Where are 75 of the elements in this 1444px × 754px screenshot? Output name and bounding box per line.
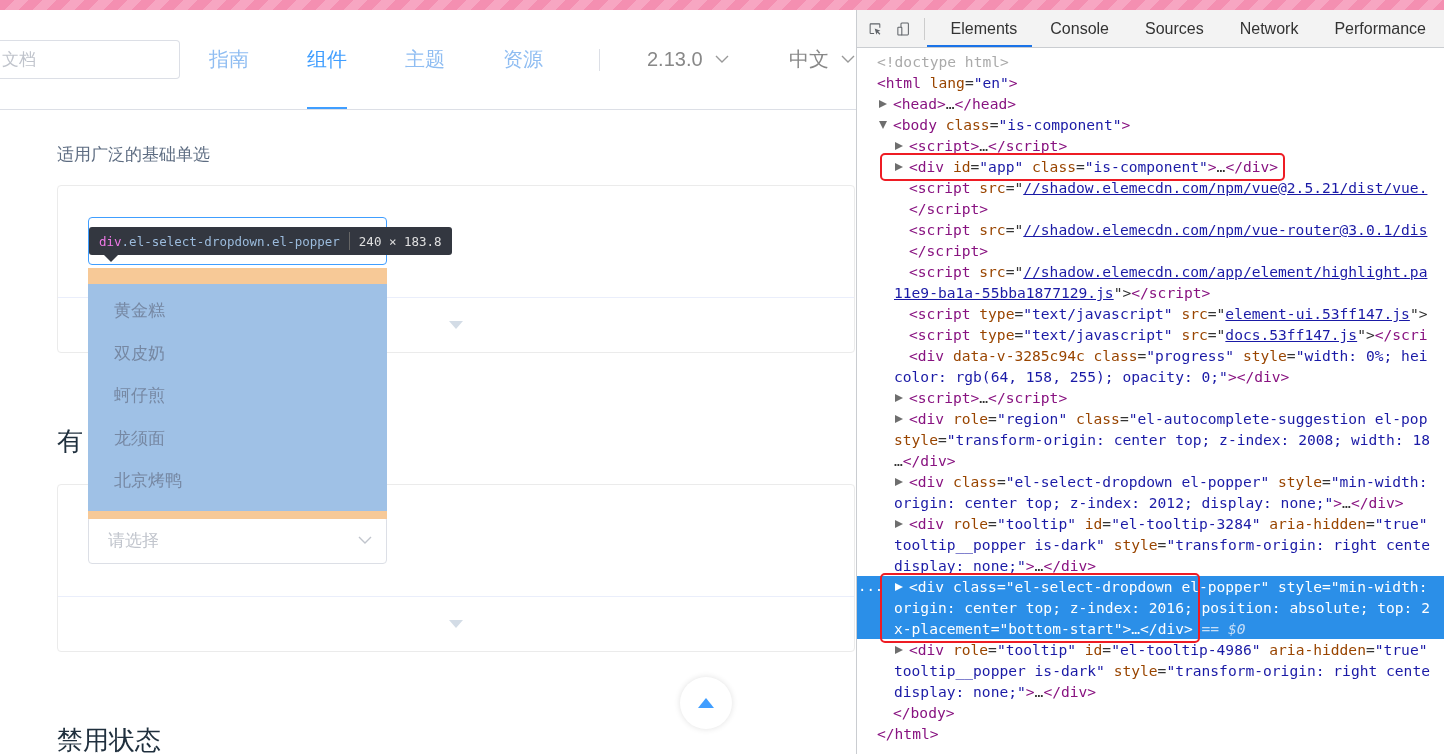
code-line: <html lang="en"> bbox=[877, 74, 1018, 91]
chevron-down-icon bbox=[840, 55, 855, 64]
code-line: <script>…</script> bbox=[909, 137, 1068, 154]
triangle-right-icon[interactable] bbox=[895, 519, 903, 528]
code-line: origin: center top; z-index: 2016; position: absolute; top: 2 bbox=[894, 599, 1430, 616]
triangle-right-icon[interactable] bbox=[895, 393, 903, 402]
code-line: …</div> bbox=[894, 452, 956, 469]
code-line: <script src="//shadow.elemecdn.com/npm/vue-router@3.0.1/dis bbox=[909, 221, 1428, 238]
code-line: color: rgb(64, 158, 255); opacity: 0;"></div> bbox=[894, 368, 1290, 385]
element-selector: div.el-select-dropdown.el-popper bbox=[99, 233, 340, 249]
element-size: 240 × 183.8 bbox=[358, 233, 442, 249]
code-line: display: none;">…</div> bbox=[894, 683, 1097, 700]
code-line: </html> bbox=[877, 725, 939, 742]
code-line: </script> bbox=[909, 242, 989, 259]
code-line: <script type="text/javascript" src="element-ui.53ff147.js"> bbox=[909, 305, 1428, 322]
code-line: <div role="region" class="el-autocomplete-suggestion el-pop bbox=[909, 410, 1428, 427]
code-line: <div role="tooltip" id="el-tooltip-3284" aria-hidden="true" bbox=[909, 515, 1428, 532]
dom-node[interactable]: <script src="//shadow.elemecdn.com/app/element/highlight.pa 11e9-ba1a-55bba1877129.js"></script> bbox=[857, 261, 1444, 303]
code-line: <div class="el-select-dropdown el-popper" style="min-width: bbox=[909, 473, 1428, 490]
triangle-right-icon[interactable] bbox=[895, 645, 903, 654]
triangle-right-icon[interactable] bbox=[895, 414, 903, 423]
dom-node[interactable]: <script type="text/javascript" src="docs.53ff147.js"></scri bbox=[857, 324, 1444, 345]
section-heading: 禁用状态 bbox=[57, 724, 161, 754]
dom-node[interactable]: <script>…</script> bbox=[857, 387, 1444, 408]
dom-node[interactable]: <script>…</script> bbox=[857, 135, 1444, 156]
triangle-right-icon[interactable] bbox=[895, 477, 903, 486]
dom-node[interactable]: <div data-v-3285c94c class="progress" style="width: 0%; hei color: rgb(64, 158, 255); opacity: 0;"></div> bbox=[857, 345, 1444, 387]
code-line: display: none;">…</div> bbox=[894, 557, 1097, 574]
code-line: <script type="text/javascript" src="docs.53ff147.js"></scri bbox=[909, 326, 1428, 343]
search-field[interactable]: 文档 bbox=[0, 40, 180, 79]
back-to-top-button[interactable] bbox=[680, 677, 732, 729]
dom-node[interactable]: <div role="region" class="el-autocomplete-suggestion el-pop style="transform-origin: center top; z-index: 2008; width: 18 …</div> bbox=[857, 408, 1444, 471]
devtools-tab[interactable]: Performance bbox=[1316, 10, 1444, 47]
devtools-tab[interactable]: Network bbox=[1221, 10, 1317, 47]
section-description: 适用广泛的基础单选 bbox=[57, 144, 211, 165]
chevron-down-icon bbox=[358, 535, 372, 545]
dom-node[interactable]: <div role="tooltip" id="el-tooltip-3284" aria-hidden="true" tooltip__popper is-dark" style="transform-origin: right cente display: none;">…</div> bbox=[857, 513, 1444, 576]
code-line: <!doctype html> bbox=[877, 53, 1009, 70]
code-line: <div data-v-3285c94c class="progress" style="width: 0%; hei bbox=[909, 347, 1428, 364]
dom-node[interactable]: <div id="app" class="is-component">…</div> bbox=[857, 156, 1444, 177]
code-line: <head>…</head> bbox=[893, 95, 1017, 112]
triangle-right-icon[interactable] bbox=[895, 162, 903, 171]
code-line: <script src="//shadow.elemecdn.com/npm/vue@2.5.21/dist/vue. bbox=[909, 179, 1428, 196]
code-line: tooltip__popper is-dark" style="transform-origin: right cente bbox=[894, 662, 1430, 679]
triangle-right-icon[interactable] bbox=[879, 99, 887, 108]
code-line: <script src="//shadow.elemecdn.com/app/element/highlight.pa bbox=[909, 263, 1428, 280]
dom-node[interactable]: <head>…</head> bbox=[857, 93, 1444, 114]
code-line: <body class="is-component"> bbox=[893, 116, 1131, 133]
dom-node[interactable]: <script src="//shadow.elemecdn.com/npm/vue@2.5.21/dist/vue. bbox=[857, 177, 1444, 198]
code-line: origin: center top; z-index: 2012; display: none;">…</div> bbox=[894, 494, 1404, 511]
triangle-right-icon[interactable] bbox=[895, 141, 903, 150]
code-line: </body> bbox=[893, 704, 955, 721]
dom-node[interactable]: <html lang="en"> bbox=[857, 72, 1444, 93]
dom-node[interactable]: <script type="text/javascript" src="element-ui.53ff147.js"> bbox=[857, 303, 1444, 324]
version-dropdown[interactable]: 2.13.0 bbox=[647, 10, 729, 109]
dom-node[interactable]: <div class="el-select-dropdown el-popper" style="min-width: origin: center top; z-index: 2012; display: none;">…</div> bbox=[857, 471, 1444, 513]
chevron-down-icon bbox=[714, 55, 729, 64]
code-line: 11e9-ba1a-55bba1877129.js"></script> bbox=[894, 284, 1211, 301]
code-line: <script>…</script> bbox=[909, 389, 1068, 406]
code-line: </script> bbox=[909, 200, 989, 217]
section-heading: 有 bbox=[57, 425, 83, 458]
devtools-tab[interactable]: Sources bbox=[1127, 10, 1222, 47]
caret-up-icon bbox=[698, 698, 714, 708]
dom-node[interactable]: <script src="//shadow.elemecdn.com/npm/vue-router@3.0.1/dis bbox=[857, 219, 1444, 240]
language-dropdown[interactable]: 中文 bbox=[788, 10, 855, 109]
code-line: <div role="tooltip" id="el-tooltip-4986" aria-hidden="true" bbox=[909, 641, 1428, 658]
devtools-tab[interactable]: Console bbox=[1032, 10, 1127, 47]
devtools-tab[interactable]: Elements bbox=[926, 10, 1033, 47]
code-line: <div id="app" class="is-component">…</div> bbox=[909, 158, 1279, 175]
dom-node[interactable]: <div role="tooltip" id="el-tooltip-4986" aria-hidden="true" tooltip__popper is-dark" style="transform-origin: right cente display: none;">…</div> bbox=[857, 639, 1444, 702]
code-line: style="transform-origin: center top; z-index: 2008; width: 18 bbox=[894, 431, 1430, 448]
triangle-down-icon[interactable] bbox=[879, 120, 887, 129]
code-line: x-placement="bottom-start">…</div> == $0 bbox=[894, 620, 1246, 637]
code-line: tooltip__popper is-dark" style="transform-origin: right cente bbox=[894, 536, 1430, 553]
dom-node[interactable]: <body class="is-component"> bbox=[857, 114, 1444, 135]
